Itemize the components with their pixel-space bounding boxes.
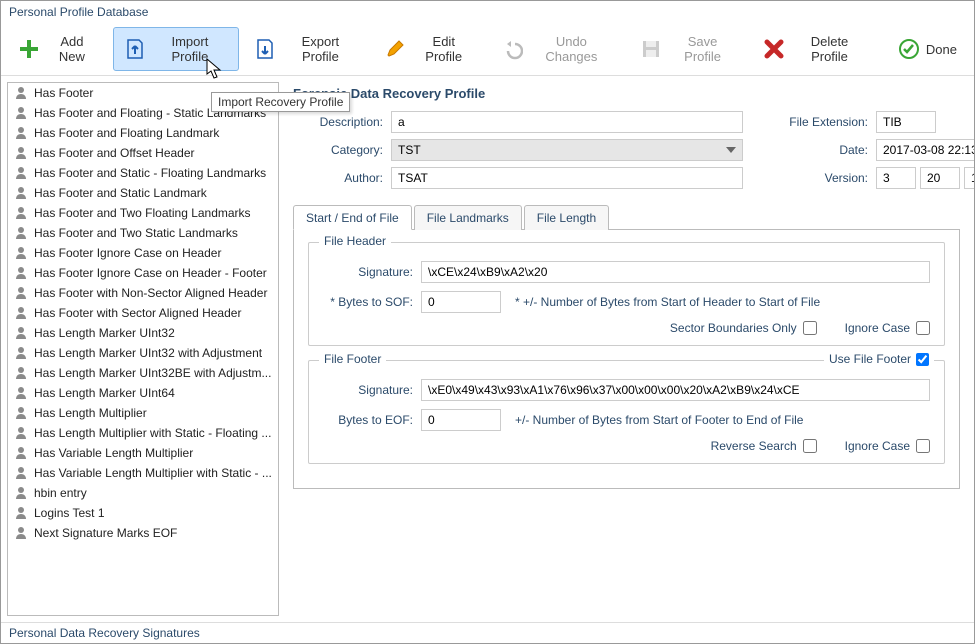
ext-label: File Extension: (773, 115, 868, 129)
list-item[interactable]: Has Variable Length Multiplier with Stat… (8, 463, 278, 483)
list-item[interactable]: Has Footer and Static - Floating Landmar… (8, 163, 278, 183)
tab-panel: File Header Signature: * Bytes to SOF: *… (293, 230, 960, 489)
list-item[interactable]: Has Footer and Two Static Landmarks (8, 223, 278, 243)
file-footer-group: File Footer Use File Footer Signature: B… (308, 360, 945, 464)
list-item[interactable]: Has Footer and Offset Header (8, 143, 278, 163)
export-profile-button[interactable]: Export Profile (243, 27, 370, 71)
list-item[interactable]: Has Length Marker UInt32BE with Adjustm.… (8, 363, 278, 383)
list-item[interactable]: Has Footer Ignore Case on Header - Foote… (8, 263, 278, 283)
list-item[interactable]: Has Footer with Non-Sector Aligned Heade… (8, 283, 278, 303)
import-profile-button[interactable]: Import Profile (113, 27, 239, 71)
import-icon (124, 38, 146, 60)
author-input[interactable] (391, 167, 743, 189)
save-profile-button[interactable]: Save Profile (629, 27, 748, 71)
file-header-title: File Header (319, 234, 391, 248)
header-sig-input[interactable] (421, 261, 930, 283)
pencil-icon (385, 38, 407, 60)
done-button[interactable]: Done (887, 31, 968, 67)
tab-landmarks[interactable]: File Landmarks (414, 205, 522, 230)
undo-icon (501, 38, 523, 60)
list-item[interactable]: Has Footer and Two Floating Landmarks (8, 203, 278, 223)
export-icon (254, 38, 276, 60)
add-new-label: Add New (46, 34, 98, 64)
description-label: Description: (293, 115, 383, 129)
header-sector-check[interactable]: Sector Boundaries Only (670, 321, 817, 335)
category-label: Category: (293, 143, 383, 157)
footer-sig-label: Signature: (323, 383, 413, 397)
check-icon (898, 38, 920, 60)
list-item[interactable]: hbin entry (8, 483, 278, 503)
footer-eof-hint: +/- Number of Bytes from Start of Footer… (515, 413, 803, 427)
export-profile-label: Export Profile (282, 34, 359, 64)
date-label: Date: (773, 143, 868, 157)
author-label: Author: (293, 171, 383, 185)
tab-length[interactable]: File Length (524, 205, 609, 230)
edit-profile-button[interactable]: Edit Profile (374, 27, 486, 71)
import-profile-label: Import Profile (152, 34, 228, 64)
footer-eof-label: Bytes to EOF: (323, 413, 413, 427)
profile-list[interactable]: Has FooterHas Footer and Floating - Stat… (7, 82, 279, 616)
list-item[interactable]: Has Length Marker UInt32 with Adjustment (8, 343, 278, 363)
tabs: Start / End of File File Landmarks File … (293, 205, 960, 230)
use-footer-label: Use File Footer (829, 352, 911, 366)
footer-reverse-check[interactable]: Reverse Search (711, 439, 817, 453)
version-minor-input[interactable] (920, 167, 960, 189)
description-input[interactable] (391, 111, 743, 133)
header-sig-label: Signature: (323, 265, 413, 279)
window-title: Personal Profile Database (1, 1, 974, 23)
delete-profile-button[interactable]: Delete Profile (752, 27, 879, 71)
main-panel: Forensic Data Recovery Profile Descripti… (279, 76, 974, 622)
list-item[interactable]: Has Length Multiplier with Static - Floa… (8, 423, 278, 443)
list-item[interactable]: Has Footer with Sector Aligned Header (8, 303, 278, 323)
footer-sig-input[interactable] (421, 379, 930, 401)
header-sof-input[interactable] (421, 291, 501, 313)
list-item[interactable]: Has Length Marker UInt64 (8, 383, 278, 403)
list-item[interactable]: Logins Test 1 (8, 503, 278, 523)
file-header-group: File Header Signature: * Bytes to SOF: *… (308, 242, 945, 346)
list-item[interactable]: Has Footer and Static Landmark (8, 183, 278, 203)
list-item[interactable]: Has Variable Length Multiplier (8, 443, 278, 463)
toolbar: Add New Import Profile Export Profile Ed… (1, 23, 974, 76)
form-title: Forensic Data Recovery Profile (293, 86, 960, 101)
delete-profile-label: Delete Profile (791, 34, 868, 64)
edit-profile-label: Edit Profile (413, 34, 475, 64)
done-label: Done (926, 42, 957, 57)
version-label: Version: (773, 171, 868, 185)
header-sof-label: * Bytes to SOF: (323, 295, 413, 309)
date-input[interactable] (876, 139, 974, 161)
delete-icon (763, 38, 785, 60)
ext-input[interactable] (876, 111, 936, 133)
undo-changes-label: Undo Changes (529, 34, 614, 64)
footer-case-check[interactable]: Ignore Case (845, 439, 930, 453)
save-icon (640, 38, 662, 60)
list-item[interactable]: Next Signature Marks EOF (8, 523, 278, 543)
list-item[interactable]: Has Footer Ignore Case on Header (8, 243, 278, 263)
version-major-input[interactable] (876, 167, 916, 189)
undo-changes-button[interactable]: Undo Changes (490, 27, 625, 71)
use-footer-check[interactable] (916, 353, 929, 366)
header-sof-hint: * +/- Number of Bytes from Start of Head… (515, 295, 820, 309)
status-bar: Personal Data Recovery Signatures (1, 622, 974, 643)
tab-start-end[interactable]: Start / End of File (293, 205, 412, 230)
file-footer-title: File Footer (319, 352, 386, 366)
version-build-input[interactable] (964, 167, 974, 189)
plus-icon (18, 38, 40, 60)
add-new-button[interactable]: Add New (7, 27, 109, 71)
import-tooltip: Import Recovery Profile (211, 92, 350, 112)
save-profile-label: Save Profile (668, 34, 737, 64)
list-item[interactable]: Has Length Marker UInt32 (8, 323, 278, 343)
list-item[interactable]: Has Footer and Floating Landmark (8, 123, 278, 143)
list-item[interactable]: Has Length Multiplier (8, 403, 278, 423)
category-select[interactable]: TST (391, 139, 743, 161)
header-case-check[interactable]: Ignore Case (845, 321, 930, 335)
footer-eof-input[interactable] (421, 409, 501, 431)
